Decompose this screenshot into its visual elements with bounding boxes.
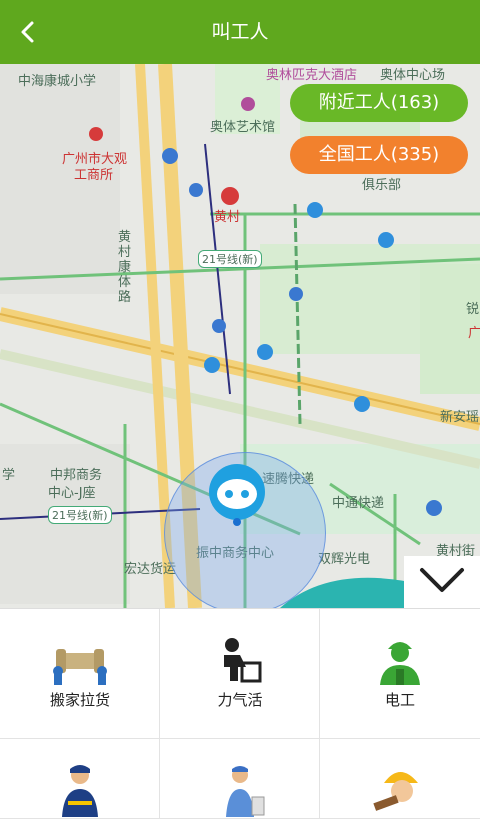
category-label: 电工 — [384, 691, 415, 709]
map-label: 学 — [2, 468, 16, 483]
map-label: 中海康城小学 — [18, 74, 97, 89]
map-label: 双辉光电 — [318, 552, 371, 567]
map-label: 中通快递 — [332, 496, 385, 511]
metro-line-label: 21号线(新) — [48, 506, 112, 524]
moving-furniture-icon — [53, 649, 107, 685]
map-label: 中邦商务 — [50, 468, 103, 483]
robot-location-icon[interactable] — [205, 462, 269, 526]
metro-line-label: 21号线(新) — [198, 250, 262, 268]
app-header: 叫工人 — [0, 0, 480, 64]
category-electrician[interactable]: 电工 — [320, 609, 480, 739]
map-label: 俱乐部 — [362, 178, 402, 193]
construction-worker-icon — [373, 772, 418, 811]
category-worker[interactable] — [0, 739, 160, 819]
category-moving[interactable]: 搬家拉货 — [0, 609, 160, 739]
map-label: 新安瑶 — [440, 410, 480, 425]
map-label: 广 — [468, 326, 480, 341]
page-title: 叫工人 — [211, 21, 269, 43]
category-construction[interactable] — [320, 739, 480, 819]
map-label: 工商所 — [74, 168, 114, 183]
map-label: 中心-J座 — [48, 486, 96, 501]
nearby-workers-button[interactable]: 附近工人(163) — [290, 84, 468, 122]
service-category-grid: 搬家拉货 力气活 电工 — [0, 608, 480, 819]
map-label: 奥体中心场 — [380, 68, 446, 83]
category-label: 力气活 — [217, 691, 263, 709]
map-label: 黄村康体路 — [118, 230, 132, 305]
manual-labor-icon — [224, 638, 262, 683]
national-workers-button[interactable]: 全国工人(335) — [290, 136, 468, 174]
plumber-icon — [226, 766, 265, 817]
category-label: 搬家拉货 — [49, 691, 110, 709]
category-manual-labor[interactable]: 力气活 — [160, 609, 320, 739]
chevron-down-icon[interactable] — [404, 556, 480, 608]
map-label: 奥林匹克大酒店 — [266, 68, 358, 83]
worker-icon — [62, 765, 98, 817]
category-plumber[interactable] — [160, 739, 320, 819]
electrician-icon — [380, 642, 420, 685]
map-label: 奥体艺术馆 — [210, 120, 276, 135]
map-label: 黄村 — [214, 210, 241, 225]
map-label: 锐 — [466, 302, 480, 317]
